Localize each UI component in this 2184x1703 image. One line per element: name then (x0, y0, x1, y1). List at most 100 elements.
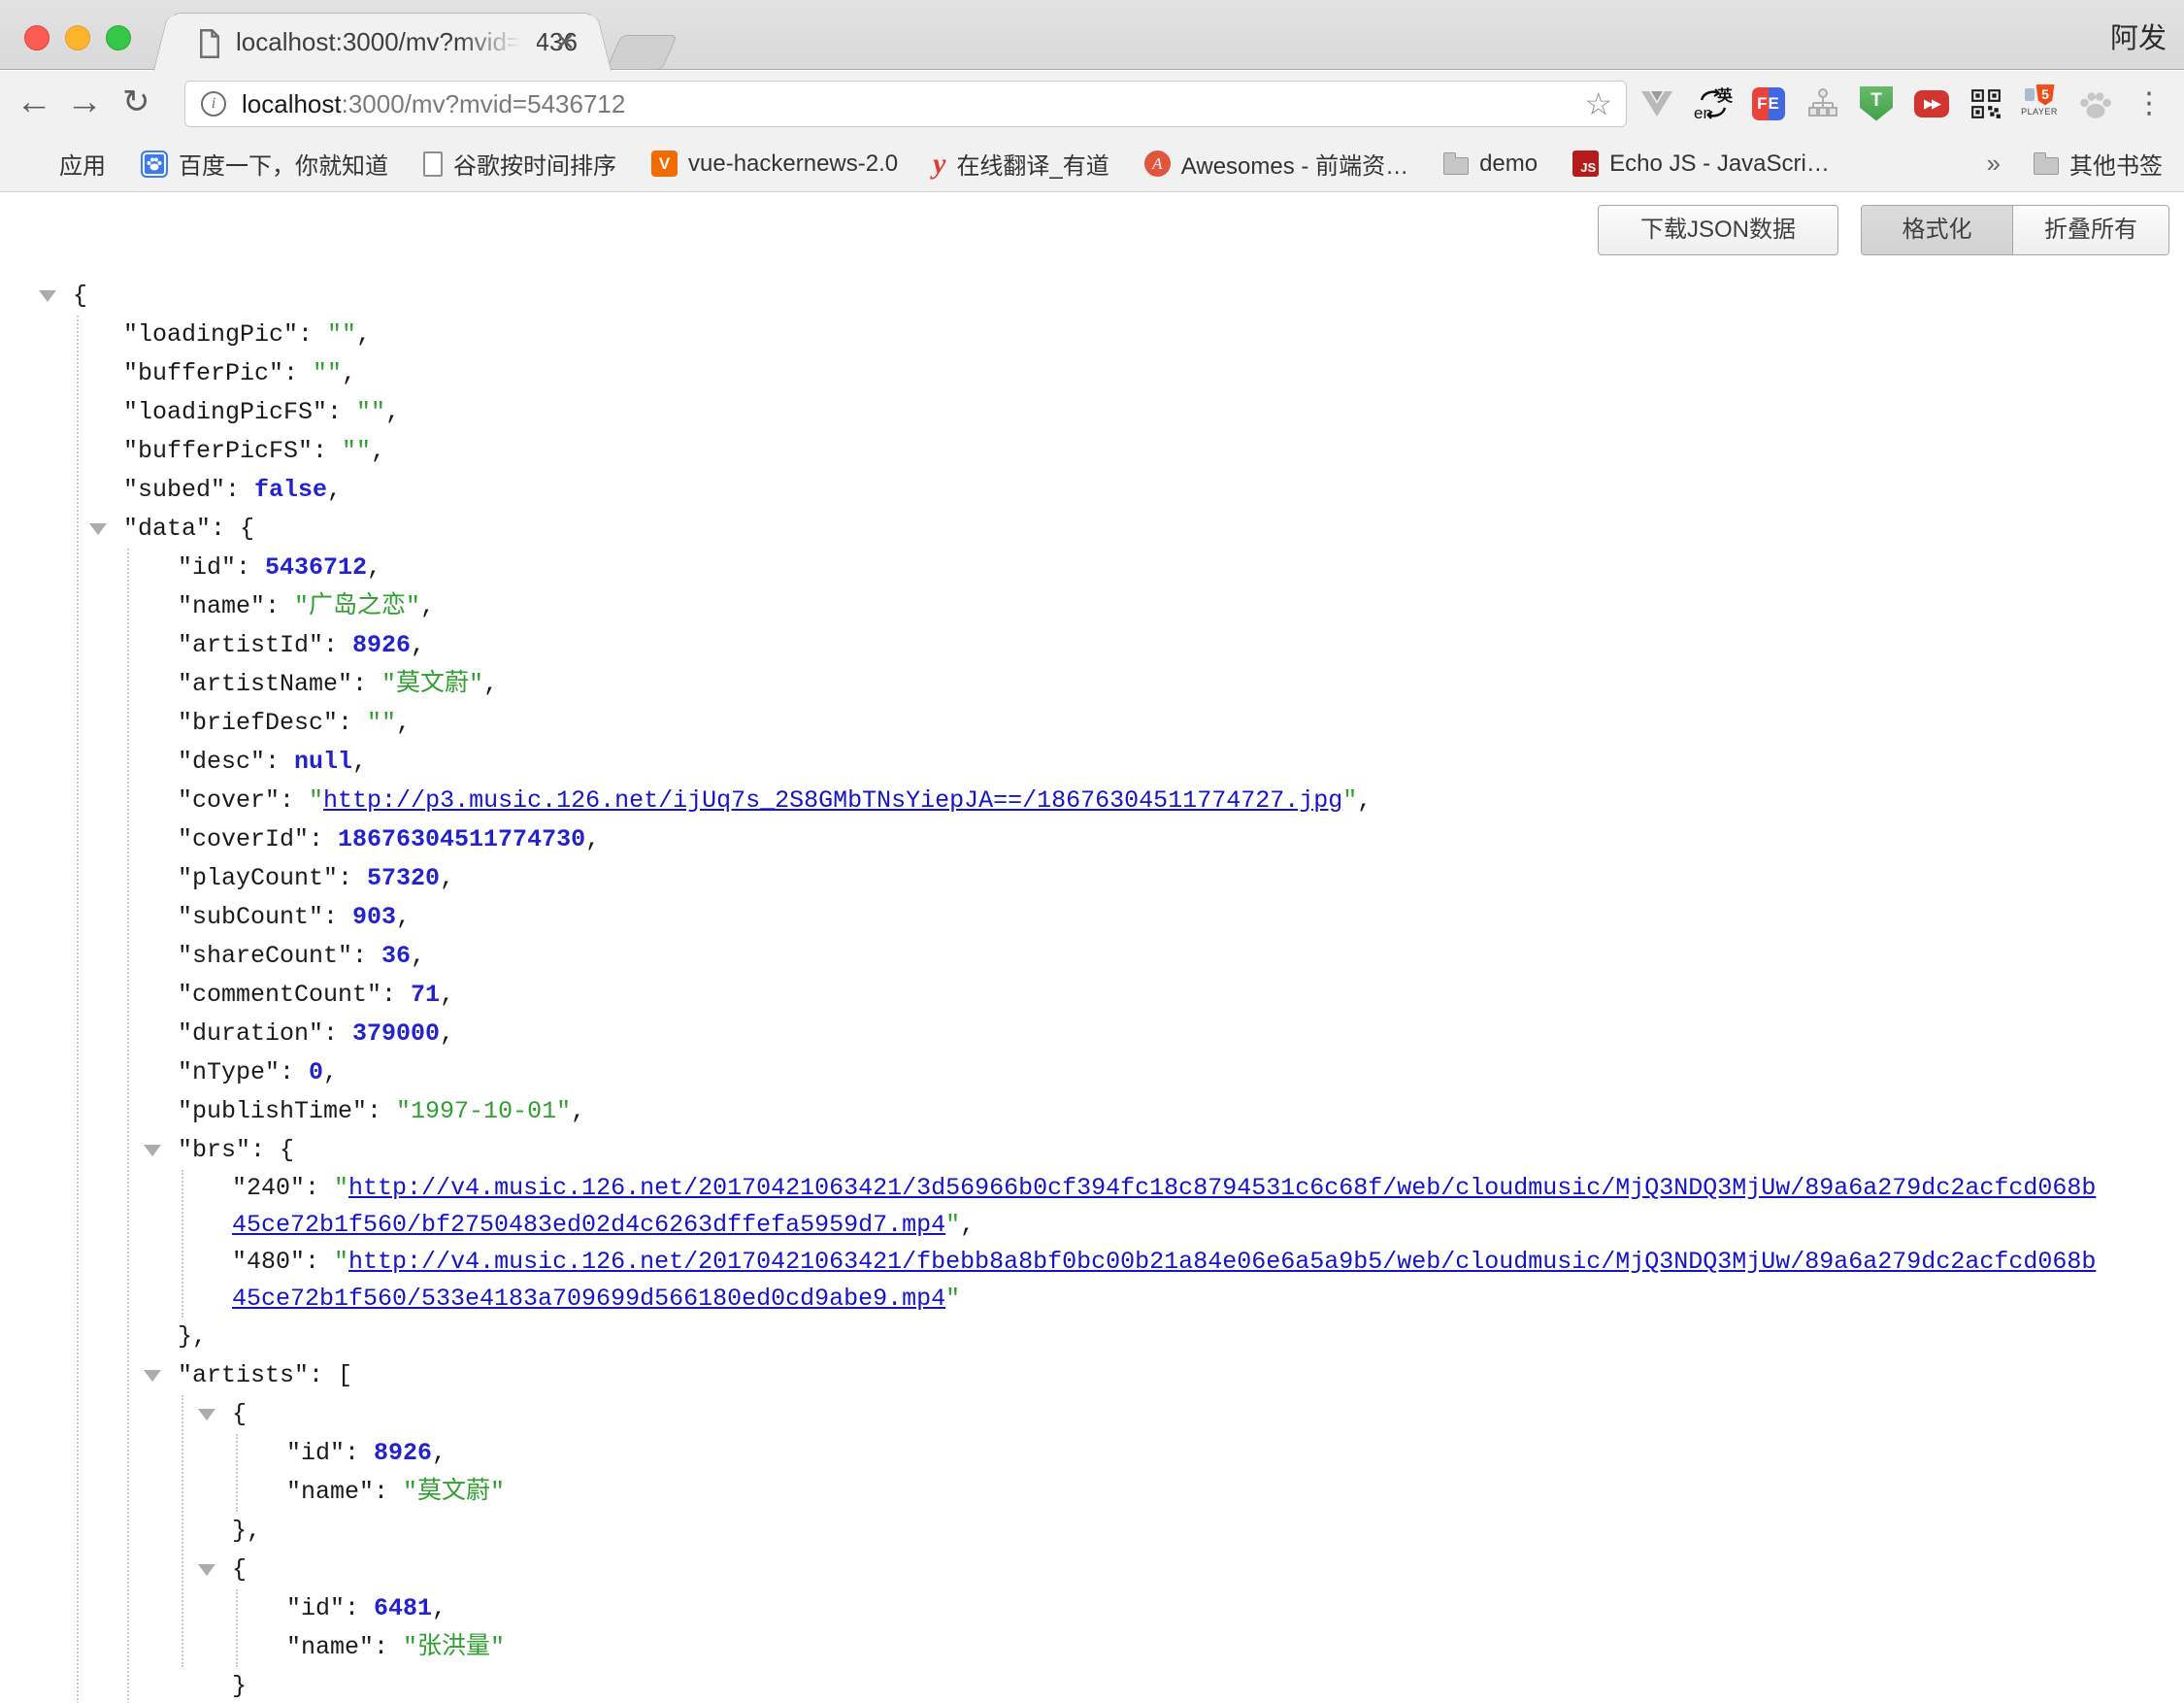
format-button[interactable]: 格式化 (1862, 206, 2013, 254)
bookmarks-bar: 应用 百度一下，你就知道 谷歌按时间排序 V vue-hackernews-2.… (0, 136, 2184, 192)
bookmark-label: 在线翻译_有道 (956, 147, 1109, 181)
json-line-artist2-close: } (0, 1667, 2101, 1703)
tab-title-fade (459, 16, 537, 70)
page-icon (423, 151, 443, 177)
bookmarks-overflow-icon[interactable]: » (1987, 149, 2001, 179)
page-content: 下载JSON数据 格式化 折叠所有 { "loadingPic": "", "b… (0, 193, 2184, 1703)
browser-toolbar: ← → ↻ i localhost:3000/mv?mvid=5436712 ☆… (0, 71, 2184, 136)
vue-devtools-extension-icon[interactable] (1634, 71, 1680, 136)
collapse-all-button[interactable]: 折叠所有 (2013, 206, 2168, 254)
chrome-menu-icon[interactable]: ⋮ (2126, 71, 2172, 136)
json-line-bufferPicFS: "bufferPicFS": "", (0, 432, 2101, 471)
bookmark-awesomes[interactable]: A Awesomes - 前端资… (1144, 147, 1408, 181)
fullscreen-window-button[interactable] (106, 25, 131, 50)
bookmark-baidu[interactable]: 百度一下，你就知道 (141, 147, 388, 181)
page-favicon-icon (197, 29, 222, 63)
minimize-window-button[interactable] (65, 25, 90, 50)
bookmark-apps[interactable]: 应用 (21, 147, 106, 181)
collapse-toggle-icon[interactable] (89, 523, 107, 535)
url-text[interactable]: localhost:3000/mv?mvid=5436712 (242, 82, 625, 126)
qr-code-extension-icon[interactable] (1963, 71, 2009, 136)
json-line-id: "id": 5436712, (0, 549, 2101, 587)
json-line-commentCount: "commentCount": 71, (0, 976, 2101, 1015)
vue-icon: V (651, 150, 678, 177)
bookmark-youdao[interactable]: y 在线翻译_有道 (933, 147, 1109, 181)
sitemap-extension-icon[interactable] (1800, 71, 1846, 136)
awesomes-icon: A (1144, 150, 1171, 177)
json-viewer: { "loadingPic": "", "bufferPic": "", "lo… (0, 277, 2101, 1703)
json-line-coverId: "coverId": 18676304511774730, (0, 820, 2101, 859)
reload-icon[interactable]: ↻ (122, 71, 150, 136)
bookmark-label: demo (1479, 150, 1538, 178)
bookmark-echojs[interactable]: JS Echo JS - JavaScri… (1572, 150, 1830, 178)
echojs-icon: JS (1572, 150, 1599, 177)
json-line-artistName: "artistName": "莫文蔚", (0, 665, 2101, 704)
bookmark-vue-hackernews[interactable]: V vue-hackernews-2.0 (651, 150, 898, 178)
other-bookmarks-label: 其他书签 (2069, 147, 2163, 181)
json-line-artist1-name: "name": "莫文蔚" (0, 1473, 2101, 1512)
json-line-artist1-open: { (0, 1395, 2101, 1434)
bookmark-label: vue-hackernews-2.0 (688, 150, 898, 178)
bookmark-label: Echo JS - JavaScri… (1609, 150, 1830, 178)
video-downloader-extension-icon[interactable]: ▶▶ (1908, 71, 1955, 136)
folder-icon (1443, 157, 1469, 175)
baidu-paw-icon (141, 150, 168, 178)
collapse-toggle-icon[interactable] (39, 290, 56, 302)
json-line-loadingPicFS: "loadingPicFS": "", (0, 393, 2101, 432)
bookmark-label: 应用 (59, 147, 106, 181)
json-line-subCount: "subCount": 903, (0, 898, 2101, 937)
folder-icon (2034, 157, 2059, 175)
cover-url-link[interactable]: http://p3.music.126.net/ijUq7s_2S8GMbTNs… (323, 786, 1342, 815)
json-line-duration: "duration": 379000, (0, 1015, 2101, 1053)
collapse-toggle-icon[interactable] (198, 1564, 215, 1576)
forward-icon[interactable]: → (66, 71, 103, 136)
json-line-data-open: "data": { (0, 510, 2101, 549)
bookmark-google-sort[interactable]: 谷歌按时间排序 (423, 147, 616, 181)
json-line-cover: "cover": "http://p3.music.126.net/ijUq7s… (0, 782, 2101, 820)
json-line-subed: "subed": false, (0, 471, 2101, 510)
collapse-toggle-icon[interactable] (198, 1409, 215, 1420)
json-line-artist1-close: }, (0, 1512, 2101, 1551)
other-bookmarks-folder[interactable]: 其他书签 (2034, 147, 2163, 181)
collapse-toggle-icon[interactable] (144, 1370, 161, 1382)
json-line-artist2-id: "id": 6481, (0, 1589, 2101, 1628)
tampermonkey-extension-icon[interactable]: T (1853, 71, 1900, 136)
json-line-artistId: "artistId": 8926, (0, 626, 2101, 665)
html5-player-extension-icon[interactable]: 5 PLAYER (2016, 71, 2063, 136)
json-line-briefDesc: "briefDesc": "", (0, 704, 2101, 743)
json-line-artists-open: "artists": [ (0, 1356, 2101, 1395)
tab-close-icon[interactable]: ✕ (554, 14, 576, 70)
youdao-y-icon: y (933, 151, 945, 177)
json-line-artist1-id: "id": 8926, (0, 1434, 2101, 1473)
download-json-button[interactable]: 下载JSON数据 (1598, 205, 1838, 255)
mv-480-url-link[interactable]: http://v4.music.126.net/20170421063421/f… (232, 1248, 2096, 1313)
bookmark-label: 百度一下，你就知道 (179, 147, 388, 181)
back-icon[interactable]: ← (16, 71, 52, 136)
paw-extension-icon[interactable] (2072, 71, 2119, 136)
json-line-artist2-open: { (0, 1551, 2101, 1589)
json-line-loadingPic: "loadingPic": "", (0, 316, 2101, 354)
mv-240-url-link[interactable]: http://v4.music.126.net/20170421063421/3… (232, 1174, 2096, 1239)
bookmark-star-icon[interactable]: ☆ (1584, 82, 1612, 126)
address-bar-input[interactable]: i localhost:3000/mv?mvid=5436712 ☆ (184, 81, 1627, 127)
view-mode-segmented-control: 格式化 折叠所有 (1861, 205, 2169, 255)
json-line-brs-240: "240": "http://v4.music.126.net/20170421… (0, 1170, 2101, 1244)
close-window-button[interactable] (24, 25, 50, 50)
json-line-desc: "desc": null, (0, 743, 2101, 782)
json-line-brs-480: "480": "http://v4.music.126.net/20170421… (0, 1244, 2101, 1318)
fe-extension-icon[interactable]: FE (1745, 71, 1792, 136)
bookmark-label: 谷歌按时间排序 (453, 147, 616, 181)
json-line-publishTime: "publishTime": "1997-10-01", (0, 1092, 2101, 1131)
bookmark-demo-folder[interactable]: demo (1443, 150, 1538, 178)
url-path: :3000/mv?mvid=5436712 (342, 89, 626, 118)
browser-tab[interactable]: localhost:3000/mv?mvid=5436 ✕ (171, 13, 594, 71)
site-info-icon[interactable]: i (201, 91, 226, 117)
url-host: localhost (242, 89, 342, 118)
youdao-translate-extension-icon[interactable]: 英 en (1690, 71, 1737, 136)
json-line-nType: "nType": 0, (0, 1053, 2101, 1092)
browser-profile-name[interactable]: 阿发 (2110, 16, 2167, 56)
bookmark-label: Awesomes - 前端资… (1181, 147, 1408, 181)
apps-grid-icon (21, 150, 49, 178)
collapse-toggle-icon[interactable] (144, 1145, 161, 1156)
json-line-shareCount: "shareCount": 36, (0, 937, 2101, 976)
